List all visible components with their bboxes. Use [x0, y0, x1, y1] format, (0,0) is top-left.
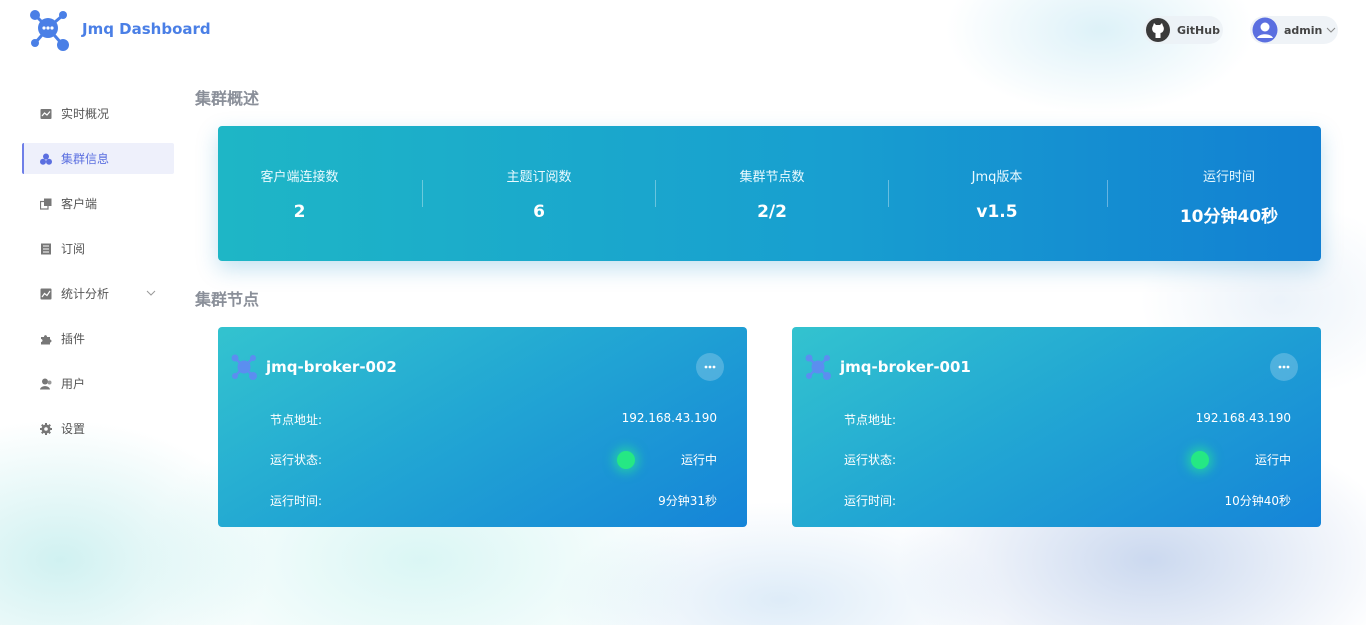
stat-label: 客户端连接数 — [260, 170, 339, 185]
sidebar-item-cluster[interactable]: 集群信息 — [22, 143, 174, 174]
app-title: Jmq Dashboard — [82, 20, 211, 38]
node-address-row: 节点地址: 192.168.43.190 — [844, 411, 1291, 429]
stat-version: Jmq版本 v1.5 — [920, 126, 1074, 261]
node-name: jmq-broker-002 — [266, 358, 397, 376]
github-label: GitHub — [1177, 23, 1220, 37]
cluster-overview-card: 客户端连接数 2 主题订阅数 6 集群节点数 2/2 Jmq版本 v1.5 运行… — [218, 126, 1321, 261]
node-uptime-row: 运行时间: 10分钟40秒 — [844, 492, 1291, 510]
nodes-section-title: 集群节点 — [195, 290, 260, 309]
broker-icon — [805, 354, 831, 380]
stat-divider — [888, 180, 889, 207]
more-icon — [704, 365, 716, 369]
chevron-down-icon — [146, 290, 156, 296]
chevron-down-icon — [1327, 27, 1336, 33]
sidebar-item-label: 订阅 — [61, 242, 86, 256]
node-status-row: 运行状态: 运行中 — [270, 451, 717, 469]
sidebar-item-label: 实时概况 — [61, 107, 110, 121]
sidebar-item-users[interactable]: 用户 — [22, 368, 174, 399]
node-uptime-label: 运行时间: — [844, 494, 897, 508]
node-status-label: 运行状态: — [270, 453, 323, 467]
stat-value: v1.5 — [976, 202, 1018, 222]
gear-icon — [40, 422, 52, 435]
broker-icon — [231, 354, 257, 380]
more-icon — [1278, 365, 1290, 369]
sidebar-item-client[interactable]: 客户端 — [22, 188, 174, 219]
client-icon — [40, 198, 52, 210]
status-indicator — [617, 451, 635, 469]
node-uptime-value: 9分钟31秒 — [658, 494, 717, 508]
stat-value: 2 — [293, 202, 306, 222]
sidebar-item-label: 集群信息 — [61, 152, 110, 166]
stat-client-connections: 客户端连接数 2 — [218, 126, 381, 261]
sidebar-item-label: 插件 — [61, 332, 86, 346]
stat-divider — [655, 180, 656, 207]
overview-section-title: 集群概述 — [195, 89, 260, 108]
top-header: Jmq Dashboard GitHub admin — [0, 0, 1366, 60]
node-status-label: 运行状态: — [844, 453, 897, 467]
sidebar-item-label: 用户 — [61, 377, 86, 391]
user-menu-button[interactable]: admin — [1250, 16, 1338, 44]
node-address-value: 192.168.43.190 — [621, 411, 717, 425]
github-button[interactable]: GitHub — [1143, 16, 1223, 44]
node-address-value: 192.168.43.190 — [1195, 411, 1291, 425]
node-name: jmq-broker-001 — [840, 358, 971, 376]
node-status-value: 运行中 — [680, 453, 717, 467]
stat-label: 主题订阅数 — [506, 170, 572, 185]
sidebar-item-label: 设置 — [61, 422, 86, 436]
sidebar-item-settings[interactable]: 设置 — [22, 413, 174, 444]
node-address-label: 节点地址: — [270, 413, 323, 427]
user-label: admin — [1284, 23, 1323, 37]
status-indicator — [1191, 451, 1209, 469]
stat-divider — [1107, 180, 1108, 207]
puzzle-icon — [41, 334, 52, 344]
stat-value: 10分钟40秒 — [1179, 207, 1279, 227]
user-icon — [40, 378, 52, 389]
subscribe-icon — [41, 243, 51, 254]
node-card: jmq-broker-002 节点地址: 192.168.43.190 运行状态… — [218, 327, 747, 527]
stat-divider — [422, 180, 423, 207]
github-icon — [1146, 18, 1170, 42]
node-more-button[interactable] — [1270, 353, 1298, 381]
sidebar-item-overview[interactable]: 实时概况 — [22, 98, 174, 129]
avatar — [1252, 17, 1278, 43]
node-more-button[interactable] — [696, 353, 724, 381]
cluster-icon — [40, 153, 52, 165]
stat-value: 6 — [533, 202, 545, 222]
stat-label: 运行时间 — [1202, 170, 1255, 185]
node-status-row: 运行状态: 运行中 — [844, 451, 1291, 469]
node-uptime-label: 运行时间: — [270, 494, 323, 508]
node-card: jmq-broker-001 节点地址: 192.168.43.190 运行状态… — [792, 327, 1321, 527]
node-address-row: 节点地址: 192.168.43.190 — [270, 411, 717, 429]
node-status-value: 运行中 — [1254, 453, 1291, 467]
node-uptime-row: 运行时间: 9分钟31秒 — [270, 492, 717, 510]
stat-label: Jmq版本 — [971, 170, 1023, 185]
chart-icon — [40, 108, 52, 119]
logo-icon — [30, 10, 69, 51]
node-uptime-value: 10分钟40秒 — [1224, 494, 1291, 508]
stats-icon — [40, 288, 52, 299]
sidebar-item-subscribe[interactable]: 订阅 — [22, 233, 174, 264]
stat-cluster-nodes: 集群节点数 2/2 — [695, 126, 849, 261]
stat-topic-subscriptions: 主题订阅数 6 — [462, 126, 616, 261]
sidebar: 实时概况 集群信息 客户端 订阅 统计分析 插件 用户 设置 — [22, 98, 174, 458]
stat-value: 2/2 — [757, 202, 787, 222]
sidebar-item-label: 统计分析 — [61, 287, 110, 301]
sidebar-item-label: 客户端 — [61, 197, 98, 211]
node-address-label: 节点地址: — [844, 413, 897, 427]
stat-uptime: 运行时间 10分钟40秒 — [1147, 126, 1311, 261]
sidebar-item-plugins[interactable]: 插件 — [22, 323, 174, 354]
sidebar-item-stats[interactable]: 统计分析 — [22, 278, 174, 309]
stat-label: 集群节点数 — [739, 170, 805, 185]
